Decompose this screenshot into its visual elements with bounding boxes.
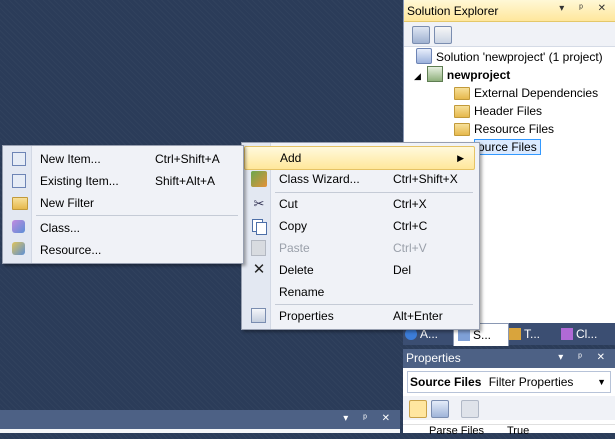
submenu-arrow-icon: ▶	[457, 153, 464, 163]
property-value: True	[507, 425, 530, 437]
resource-icon	[12, 242, 25, 255]
menu-item-label: New Filter	[40, 196, 95, 210]
folder-icon	[454, 105, 470, 118]
submenu-item-resource[interactable]: Resource...	[5, 239, 237, 261]
show-all-files-icon[interactable]	[434, 26, 452, 44]
panel-window-buttons[interactable]: ▾ ᵖ ✕	[559, 3, 612, 14]
delete-icon: ✕	[252, 261, 266, 278]
bottom-panel-body	[0, 429, 400, 433]
submenu-item-new-filter[interactable]: New Filter	[5, 192, 237, 214]
class-icon	[12, 220, 25, 233]
cpp-project-icon	[426, 66, 443, 82]
menu-item-copy[interactable]: Copy Ctrl+C	[244, 215, 473, 237]
menu-item-cut[interactable]: ✂ Cut Ctrl+X	[244, 193, 473, 215]
menu-item-label: Delete	[279, 263, 314, 277]
tree-project-label: newproject	[446, 68, 511, 82]
copy-icon	[251, 218, 267, 235]
menu-item-label: Rename	[279, 285, 325, 299]
properties-icon	[251, 308, 266, 323]
combo-object-type: Filter Properties	[488, 375, 574, 389]
panel-window-buttons[interactable]: ▾ ᵖ ✕	[343, 413, 396, 424]
tab-label: T...	[524, 327, 541, 341]
menu-item-shortcut: Shift+Alt+A	[155, 174, 216, 188]
menu-item-properties[interactable]: Properties Alt+Enter	[244, 305, 473, 327]
existing-item-icon	[12, 174, 26, 188]
tree-item-source-files[interactable]: ource Files	[474, 138, 541, 156]
menu-item-label: Add	[280, 151, 302, 165]
menu-item-label: Class Wizard...	[279, 172, 360, 186]
menu-item-label: Existing Item...	[40, 174, 119, 188]
menu-item-shortcut: Ctrl+V	[393, 241, 427, 255]
property-pages-icon[interactable]	[461, 400, 479, 418]
properties-object-combo[interactable]: Source Files Filter Properties ▼	[407, 371, 611, 393]
menu-item-shortcut: Del	[393, 263, 412, 277]
folder-icon	[454, 87, 470, 100]
properties-view-icon[interactable]	[412, 26, 430, 44]
chevron-down-icon[interactable]: ▼	[597, 372, 606, 392]
tree-project-node[interactable]: ◢ newproject	[414, 66, 510, 84]
folder-icon	[454, 123, 470, 136]
tree-item-label: Resource Files	[474, 122, 555, 136]
add-submenu: New Item... Ctrl+Shift+A Existing Item..…	[2, 145, 244, 264]
properties-title: Properties	[406, 351, 461, 365]
menu-item-shortcut: Alt+Enter	[393, 309, 443, 323]
solution-explorer-title: Solution Explorer	[407, 4, 499, 18]
menu-item-add[interactable]: Add ▶	[244, 146, 475, 170]
categorized-icon[interactable]	[409, 400, 427, 418]
alphabetical-icon[interactable]	[431, 400, 449, 418]
bottom-docked-panel: ▾ ᵖ ✕	[0, 410, 400, 433]
combo-object-name: Source Files	[410, 375, 482, 389]
tab-t[interactable]: T...	[509, 325, 559, 343]
menu-item-delete[interactable]: ✕ Delete Del	[244, 259, 473, 281]
menu-item-paste[interactable]: Paste Ctrl+V	[244, 237, 473, 259]
tab-class-view[interactable]: Cl...	[561, 325, 613, 343]
menu-item-label: Properties	[279, 309, 334, 323]
panel-window-buttons[interactable]: ▾ ᵖ ✕	[558, 352, 611, 363]
menu-item-label: Paste	[279, 241, 310, 255]
menu-item-label: Cut	[279, 197, 298, 211]
tree-item-label-selected: ource Files	[474, 139, 541, 155]
menu-item-class-wizard[interactable]: Class Wizard... Ctrl+Shift+X	[244, 168, 473, 190]
expand-triangle-icon[interactable]: ◢	[414, 71, 421, 81]
properties-toolbar	[403, 396, 615, 420]
tab-label: S...	[473, 328, 492, 342]
team-tab-icon	[509, 328, 521, 340]
property-row[interactable]: Parse Files True	[403, 424, 615, 439]
solution-explorer-toolbar	[404, 22, 615, 47]
menu-item-shortcut: Ctrl+C	[393, 219, 428, 233]
menu-item-shortcut: Ctrl+X	[393, 197, 427, 211]
folder-icon	[12, 197, 28, 210]
menu-item-label: New Item...	[40, 152, 101, 166]
tree-item-header-files[interactable]: Header Files	[454, 102, 542, 120]
properties-panel: Properties ▾ ᵖ ✕ Source Files Filter Pro…	[403, 349, 615, 437]
menu-item-shortcut: Ctrl+Shift+X	[393, 172, 458, 186]
submenu-item-new-item[interactable]: New Item... Ctrl+Shift+A	[5, 148, 237, 170]
solution-icon	[416, 48, 432, 64]
tab-label: Cl...	[576, 327, 598, 341]
submenu-item-class[interactable]: Class...	[5, 217, 237, 239]
properties-titlebar: Properties ▾ ᵖ ✕	[403, 349, 615, 368]
tree-item-resource-files[interactable]: Resource Files	[454, 120, 554, 138]
tree-item-label: Header Files	[474, 104, 543, 118]
menu-item-shortcut: Ctrl+Shift+A	[155, 152, 220, 166]
menu-item-label: Class...	[40, 221, 81, 235]
class-wizard-icon	[251, 171, 267, 187]
menu-item-label: Copy	[279, 219, 308, 233]
paste-icon	[251, 240, 266, 256]
submenu-item-existing-item[interactable]: Existing Item... Shift+Alt+A	[5, 170, 237, 192]
class-view-tab-icon	[561, 328, 573, 340]
menu-separator	[36, 215, 238, 216]
tree-solution-node[interactable]: Solution 'newproject' (1 project)	[416, 48, 603, 66]
tree-item-external-dependencies[interactable]: External Dependencies	[454, 84, 598, 102]
scissors-icon: ✂	[253, 196, 265, 211]
new-item-icon	[12, 152, 26, 166]
context-menu: Add ▶ Class Wizard... Ctrl+Shift+X ✂ Cut…	[241, 142, 480, 330]
solution-explorer-tab-icon	[458, 329, 470, 341]
tree-item-label: External Dependencies	[474, 86, 599, 100]
menu-item-rename[interactable]: Rename	[244, 281, 473, 303]
property-name: Parse Files	[429, 425, 485, 437]
solution-explorer-titlebar: Solution Explorer ▾ ᵖ ✕	[404, 0, 615, 22]
menu-item-label: Resource...	[40, 243, 102, 257]
tree-solution-label: Solution 'newproject' (1 project)	[436, 50, 603, 64]
